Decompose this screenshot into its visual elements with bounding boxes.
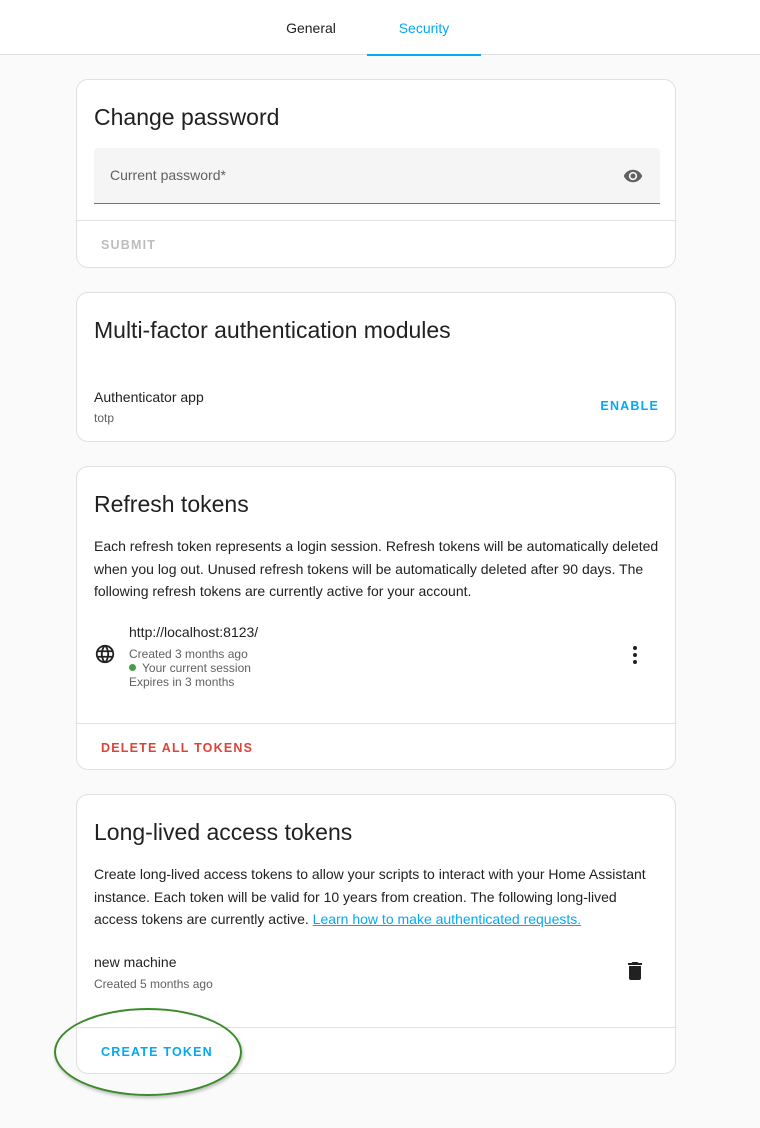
long-lived-token-name: new machine <box>94 954 177 970</box>
globe-icon <box>95 644 115 664</box>
authenticated-requests-link[interactable]: Learn how to make authenticated requests… <box>313 911 582 927</box>
refresh-tokens-title: Refresh tokens <box>94 491 249 517</box>
mfa-title: Multi-factor authentication modules <box>94 317 451 343</box>
eye-icon[interactable] <box>623 166 643 186</box>
mfa-module-id: totp <box>94 411 115 425</box>
refresh-token-created: Created 3 months ago <box>129 647 248 661</box>
trash-icon[interactable] <box>623 959 647 983</box>
current-password-field[interactable]: Current password* <box>94 148 660 204</box>
mfa-card: Multi-factor authentication modules Auth… <box>76 292 676 442</box>
refresh-token-expires: Expires in 3 months <box>129 675 235 689</box>
delete-all-tokens-button[interactable]: DELETE ALL TOKENS <box>101 741 253 755</box>
change-password-title: Change password <box>94 104 280 130</box>
card-actions-divider <box>77 1027 675 1028</box>
long-lived-tokens-description: Create long-lived access tokens to allow… <box>94 863 664 931</box>
long-lived-token-created: Created 5 months ago <box>94 977 213 991</box>
enable-mfa-button[interactable]: ENABLE <box>600 399 659 413</box>
mfa-module-name: Authenticator app <box>94 389 204 405</box>
card-actions-divider <box>77 723 675 724</box>
current-password-label: Current password* <box>110 167 226 183</box>
status-dot <box>129 664 136 671</box>
tab-general[interactable]: General <box>254 0 368 55</box>
long-lived-tokens-card: Long-lived access tokens Create long-liv… <box>76 794 676 1074</box>
refresh-token-client: http://localhost:8123/ <box>129 624 259 640</box>
card-actions-divider <box>77 220 675 221</box>
tab-bar: General Security <box>0 0 760 56</box>
refresh-token-session-label: Your current session <box>142 661 251 675</box>
refresh-tokens-description: Each refresh token represents a login se… <box>94 538 659 599</box>
change-password-card: Change password Current password* SUBMIT <box>76 79 676 268</box>
long-lived-tokens-title: Long-lived access tokens <box>94 819 353 845</box>
refresh-tokens-card: Refresh tokens Each refresh token repres… <box>76 466 676 770</box>
tab-security[interactable]: Security <box>367 0 481 56</box>
dots-vertical-icon[interactable] <box>623 643 647 667</box>
create-token-button[interactable]: CREATE TOKEN <box>101 1045 213 1059</box>
refresh-token-session: Your current session <box>129 661 251 675</box>
submit-button[interactable]: SUBMIT <box>101 238 156 252</box>
